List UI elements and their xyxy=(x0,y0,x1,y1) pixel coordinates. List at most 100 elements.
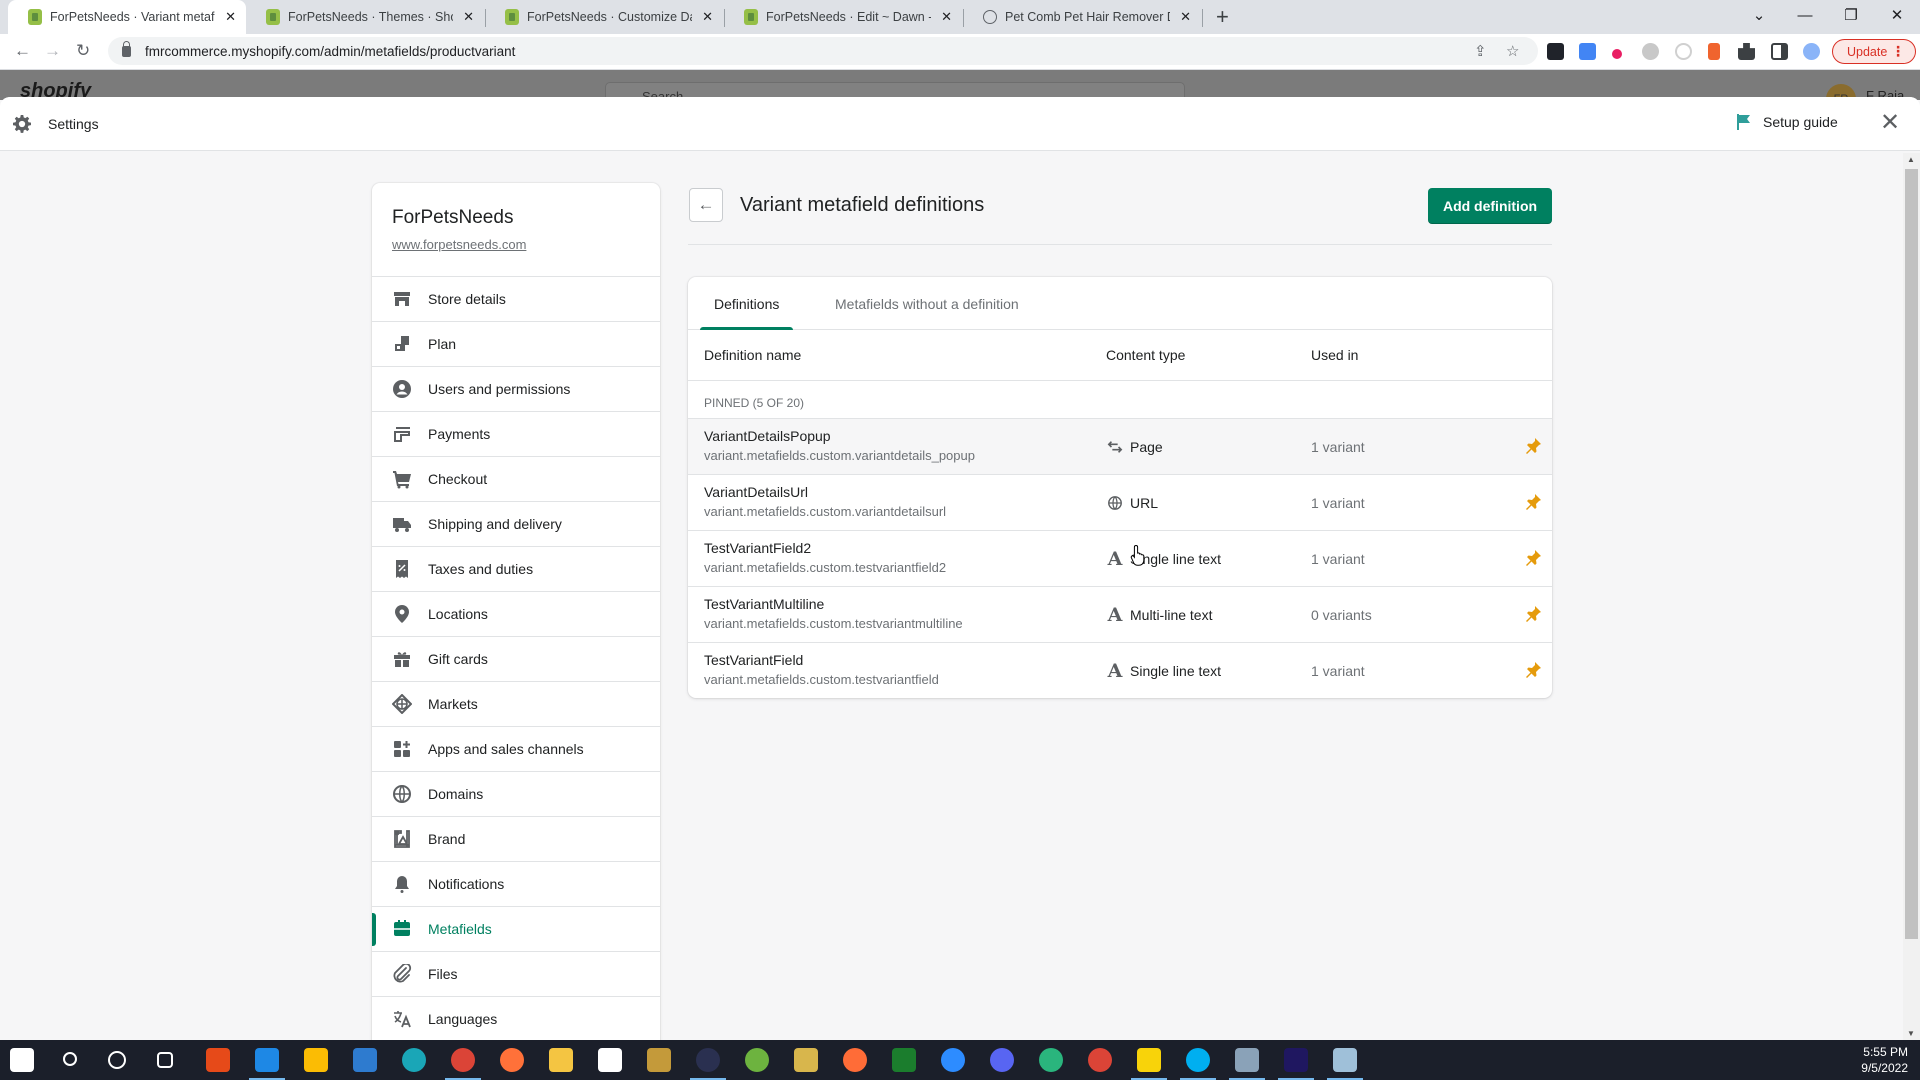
taskbar-zoom-icon[interactable] xyxy=(941,1048,965,1072)
taskbar-cortana-icon[interactable] xyxy=(108,1051,126,1069)
close-window-button[interactable]: ✕ xyxy=(1874,0,1920,30)
add-definition-button[interactable]: Add definition xyxy=(1428,188,1552,224)
extensions-puzzle-icon[interactable] xyxy=(1738,43,1755,60)
tab-metafields-without-definition[interactable]: Metafields without a definition xyxy=(821,277,1033,330)
system-clock[interactable]: 5:55 PM 9/5/2022 xyxy=(1861,1044,1908,1076)
taskbar-notepad-icon[interactable] xyxy=(1327,1048,1363,1080)
sidebar-item-checkout[interactable]: Checkout xyxy=(372,456,660,501)
browser-tab[interactable]: Pet Comb Pet Hair Remover Dog ✕ xyxy=(963,0,1201,34)
scroll-up-arrow-icon[interactable]: ▲ xyxy=(1907,155,1915,164)
taskbar-screen-recorder-icon[interactable] xyxy=(206,1048,230,1072)
close-tab-icon[interactable]: ✕ xyxy=(225,9,236,25)
scroll-down-arrow-icon[interactable]: ▼ xyxy=(1907,1029,1915,1038)
taskbar-postman-icon[interactable] xyxy=(843,1048,867,1072)
definition-name[interactable]: TestVariantField2 xyxy=(704,540,811,556)
back-button[interactable]: ← xyxy=(689,188,723,222)
sidebar-item-notifications[interactable]: Notifications xyxy=(372,861,660,906)
table-row[interactable]: VariantDetailsUrl variant.metafields.cust… xyxy=(688,474,1552,530)
sidebar-item-store-details[interactable]: Store details xyxy=(372,276,660,321)
browser-tab[interactable]: ForPetsNeeds · Themes · Shopify ✕ xyxy=(246,0,484,34)
more-menu-icon[interactable]: ⋮ xyxy=(1891,43,1905,59)
definition-name[interactable]: VariantDetailsPopup xyxy=(704,428,831,444)
setup-guide-button[interactable]: Setup guide xyxy=(1737,114,1838,130)
sidebar-item-payments[interactable]: Payments xyxy=(372,411,660,456)
column-header-content-type[interactable]: Content type xyxy=(1106,347,1185,363)
close-tab-icon[interactable]: ✕ xyxy=(1180,9,1191,25)
pin-icon[interactable] xyxy=(1524,437,1542,455)
sidebar-item-brand[interactable]: Brand xyxy=(372,816,660,861)
page-scrollbar[interactable]: ▲ ▼ xyxy=(1903,153,1920,1040)
google-translate-extension-icon[interactable] xyxy=(1579,43,1596,60)
sidebar-item-domains[interactable]: Domains xyxy=(372,771,660,816)
sidebar-item-languages[interactable]: Languages xyxy=(372,996,660,1040)
taskbar-windows-start-icon[interactable] xyxy=(10,1048,34,1072)
taskbar-chrome-icon[interactable] xyxy=(445,1048,481,1080)
taskbar-search-icon[interactable] xyxy=(63,1052,77,1066)
sidebar-item-taxes-and-duties[interactable]: Taxes and duties xyxy=(372,546,660,591)
restore-window-button[interactable]: ❐ xyxy=(1828,0,1874,30)
taskbar-game-icon[interactable] xyxy=(647,1048,671,1072)
taskbar-sticky-notes-icon[interactable] xyxy=(1131,1048,1167,1080)
table-row[interactable]: TestVariantField2 variant.metafields.cust… xyxy=(688,530,1552,586)
taskbar-calculator-icon[interactable] xyxy=(1229,1048,1265,1080)
browser-tab[interactable]: ForPetsNeeds · Customize Dawn ✕ xyxy=(485,0,723,34)
taskbar-firefox-icon[interactable] xyxy=(500,1048,524,1072)
taskbar-task-view-icon[interactable] xyxy=(157,1052,173,1068)
close-tab-icon[interactable]: ✕ xyxy=(941,9,952,25)
definition-name[interactable]: TestVariantMultiline xyxy=(704,596,824,612)
share-icon[interactable]: ⇪ xyxy=(1474,42,1487,60)
sidebar-item-markets[interactable]: Markets xyxy=(372,681,660,726)
tab-definitions[interactable]: Definitions xyxy=(688,277,794,330)
table-row[interactable]: TestVariantField variant.metafields.custo… xyxy=(688,642,1552,698)
color-picker-extension-icon[interactable] xyxy=(1612,49,1622,59)
bookmark-star-icon[interactable]: ☆ xyxy=(1506,42,1519,60)
forward-arrow-icon[interactable]: → xyxy=(44,41,61,61)
minimize-window-button[interactable]: — xyxy=(1782,0,1828,30)
taskbar-obs-icon[interactable] xyxy=(690,1048,726,1080)
column-header-definition-name[interactable]: Definition name xyxy=(704,347,801,363)
definition-name[interactable]: VariantDetailsUrl xyxy=(704,484,808,500)
taskbar-vscode-icon[interactable] xyxy=(249,1048,285,1080)
table-row[interactable]: VariantDetailsPopup variant.metafields.cu… xyxy=(688,418,1552,474)
sidebar-item-metafields[interactable]: Metafields xyxy=(372,906,660,951)
pin-icon[interactable] xyxy=(1524,605,1542,623)
new-tab-button[interactable]: + xyxy=(1216,4,1229,30)
browser-tab[interactable]: ForPetsNeeds · Edit ~ Dawn - Pro ✕ xyxy=(724,0,962,34)
taskbar-skype-icon[interactable] xyxy=(1180,1048,1216,1080)
sidebar-item-gift-cards[interactable]: Gift cards xyxy=(372,636,660,681)
taskbar-premiere-pro-icon[interactable] xyxy=(1278,1048,1314,1080)
sidebar-item-plan[interactable]: Plan xyxy=(372,321,660,366)
taskbar-google-ads-icon[interactable] xyxy=(304,1048,328,1072)
store-url-link[interactable]: www.forpetsneeds.com xyxy=(392,237,526,252)
taskbar-edge-icon[interactable] xyxy=(402,1048,426,1072)
taskbar-file-explorer-icon[interactable] xyxy=(549,1048,573,1072)
chrome-update-button[interactable]: Update ⋮ xyxy=(1832,39,1916,64)
column-header-used-in[interactable]: Used in xyxy=(1311,347,1358,363)
table-row[interactable]: TestVariantMultiline variant.metafields.c… xyxy=(688,586,1552,642)
sidebar-item-shipping-and-delivery[interactable]: Shipping and delivery xyxy=(372,501,660,546)
pin-icon[interactable] xyxy=(1524,493,1542,511)
address-bar[interactable]: fmrcommerce.myshopify.com/admin/metafiel… xyxy=(108,37,1538,65)
sidebar-item-locations[interactable]: Locations xyxy=(372,591,660,636)
taskbar-ms-store-icon[interactable] xyxy=(598,1048,622,1072)
circle-extension-icon[interactable] xyxy=(1675,43,1692,60)
close-settings-icon[interactable]: ✕ xyxy=(1876,109,1904,137)
definition-name[interactable]: TestVariantField xyxy=(704,652,803,668)
browser-tab[interactable]: ForPetsNeeds · Variant metafield ✕ xyxy=(8,0,246,34)
close-tab-icon[interactable]: ✕ xyxy=(702,9,713,25)
taskbar-spring-icon[interactable] xyxy=(745,1048,769,1072)
tab-search-dropdown-icon[interactable]: ⌄ xyxy=(1736,0,1782,30)
scrollbar-thumb[interactable] xyxy=(1905,169,1918,939)
taskbar-chrome-2-icon[interactable] xyxy=(1088,1048,1112,1072)
taskbar-mail-icon[interactable] xyxy=(353,1048,377,1072)
taskbar-grid-app-icon[interactable] xyxy=(892,1048,916,1072)
pin-icon[interactable] xyxy=(1524,661,1542,679)
sidebar-item-apps-and-sales-channels[interactable]: Apps and sales channels xyxy=(372,726,660,771)
taskbar-tools-icon[interactable] xyxy=(794,1048,818,1072)
close-tab-icon[interactable]: ✕ xyxy=(463,9,474,25)
sidebar-item-files[interactable]: Files xyxy=(372,951,660,996)
react-devtools-extension-icon[interactable] xyxy=(1547,43,1564,60)
reload-icon[interactable]: ↻ xyxy=(76,41,90,61)
lighthouse-extension-icon[interactable] xyxy=(1708,43,1720,60)
back-arrow-icon[interactable]: ← xyxy=(14,41,31,61)
